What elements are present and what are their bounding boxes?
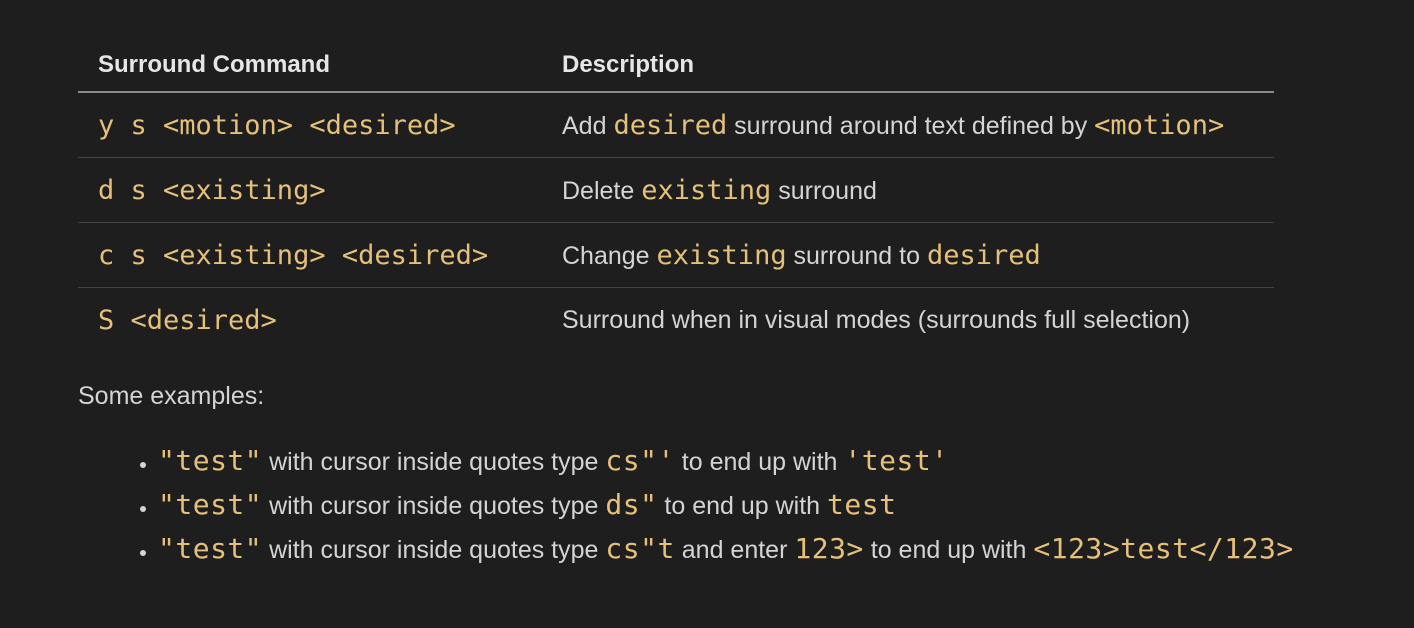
text-segment: with cursor inside quotes type (262, 492, 606, 520)
example-item: "test" with cursor inside quotes type cs… (158, 439, 1378, 483)
inline-code: existing (656, 239, 787, 271)
inline-code: <123>test</123> (1033, 532, 1294, 565)
command-code: y s <motion> <desired> (98, 109, 456, 141)
inline-code: cs"t (605, 532, 675, 565)
command-cell: c s <existing> <desired> (78, 222, 542, 288)
text-segment: to end up with (863, 536, 1034, 564)
command-code: d s <existing> (98, 174, 326, 206)
command-cell: y s <motion> <desired> (78, 92, 542, 158)
table-row: d s <existing> Delete existing surround (78, 157, 1274, 223)
surround-command-table: Surround Command Description y s <motion… (78, 38, 1274, 352)
text-segment: with cursor inside quotes type (262, 448, 606, 476)
inline-code: cs"' (605, 444, 675, 477)
text-segment: to end up with (657, 492, 828, 520)
text-segment: and enter (674, 536, 795, 564)
description-cell: Surround when in visual modes (surrounds… (542, 288, 1274, 353)
header-surround-command: Surround Command (78, 38, 542, 93)
inline-code: test (827, 488, 897, 521)
description-cell: Add desired surround around text defined… (542, 92, 1274, 158)
inline-code: "test" (158, 532, 263, 565)
command-cell: S <desired> (78, 288, 542, 353)
command-code: c s <existing> <desired> (98, 239, 489, 271)
inline-code: existing (641, 174, 772, 206)
examples-list: "test" with cursor inside quotes type cs… (78, 439, 1378, 571)
table-row: c s <existing> <desired> Change existing … (78, 222, 1274, 288)
table-body: y s <motion> <desired> Add desired surrou… (78, 92, 1274, 352)
text-segment: surround around text defined by (727, 111, 1095, 140)
text-segment: Change (562, 241, 657, 270)
text-segment: Add (562, 111, 614, 140)
inline-code: 123> (794, 532, 864, 565)
description-cell: Change existing surround to desired (542, 222, 1274, 288)
inline-code: <motion> (1094, 109, 1225, 141)
text-segment: surround (771, 176, 877, 205)
inline-code: "test" (158, 488, 263, 521)
text-segment: surround to (786, 241, 927, 270)
example-item: "test" with cursor inside quotes type ds… (158, 483, 1378, 527)
description-cell: Delete existing surround (542, 157, 1274, 223)
inline-code: desired (613, 109, 728, 141)
inline-code: ds" (605, 488, 658, 521)
document-body: Surround Command Description y s <motion… (78, 38, 1378, 571)
command-cell: d s <existing> (78, 157, 542, 223)
text-segment: Surround when in visual modes (surrounds… (562, 305, 1191, 334)
inline-code: desired (926, 239, 1041, 271)
examples-intro: Some examples: (78, 382, 265, 410)
text-segment: Delete (562, 176, 642, 205)
text-segment: to end up with (674, 448, 845, 476)
text-segment: with cursor inside quotes type (262, 536, 606, 564)
example-item: "test" with cursor inside quotes type cs… (158, 527, 1378, 571)
table-row: y s <motion> <desired> Add desired surrou… (78, 92, 1274, 158)
header-description: Description (542, 38, 1274, 93)
inline-code: 'test' (844, 444, 949, 477)
inline-code: "test" (158, 444, 263, 477)
command-code: S <desired> (98, 304, 277, 336)
table-header-row: Surround Command Description (78, 38, 1274, 93)
table-row: S <desired> Surround when in visual modes… (78, 288, 1274, 353)
